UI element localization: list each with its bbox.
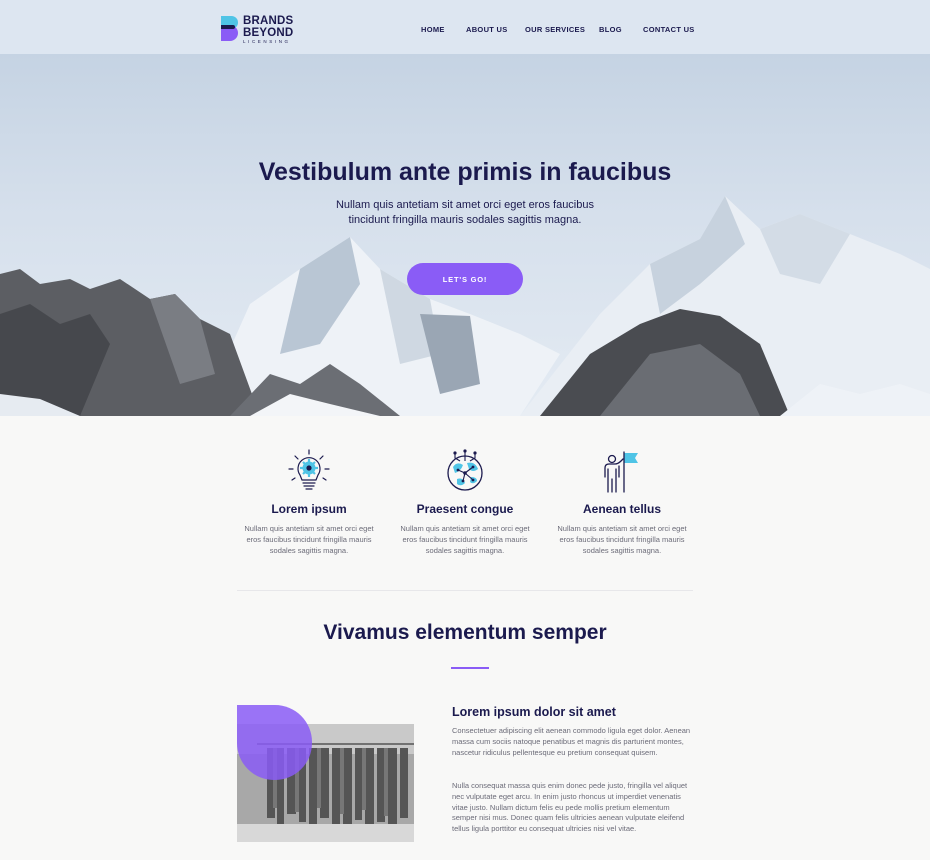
- feature-card: Lorem ipsum Nullam quis antetiam sit ame…: [237, 449, 381, 556]
- feature-text: Nullam quis antetiam sit amet orci eget …: [244, 524, 374, 555]
- nav-blog[interactable]: BLOG: [599, 25, 622, 34]
- feature-title: Aenean tellus: [582, 502, 662, 516]
- main-nav: HOME ABOUT US OUR SERVICES BLOG CONTACT …: [0, 25, 930, 37]
- globe-network-icon: [447, 449, 483, 491]
- site-header: BRANDS BEYOND LICENSING HOME ABOUT US OU…: [0, 0, 930, 54]
- feature-text: Nullam quis antetiam sit amet orci eget …: [557, 524, 687, 555]
- logo-line-3: LICENSING: [243, 39, 291, 44]
- hero-subtitle: Nullam quis antetiam sit amet orci eget …: [335, 199, 594, 226]
- feature-card: Praesent congue Nullam quis antetiam sit…: [393, 449, 537, 556]
- article-paragraph-1: Consectetuer adipiscing elit aenean comm…: [452, 726, 691, 757]
- feature-title: Praesent congue: [416, 502, 514, 516]
- nav-about-us[interactable]: ABOUT US: [466, 25, 508, 34]
- nav-home[interactable]: HOME: [421, 25, 445, 34]
- article-paragraph-2: Nulla consequat massa quis enim donec pe…: [452, 781, 688, 834]
- section-title: Vivamus elementum semper: [323, 621, 607, 644]
- mountain-backdrop-image: [0, 196, 930, 416]
- feature-card: Aenean tellus Nullam quis antetiam sit a…: [550, 449, 694, 556]
- lightbulb-gear-icon: [288, 449, 330, 490]
- clothing-rack-photo: [237, 705, 414, 842]
- nav-our-services[interactable]: OUR SERVICES: [525, 25, 585, 34]
- person-flag-icon: [604, 451, 638, 493]
- section-divider: [237, 590, 693, 591]
- hero-title: Vestibulum ante primis in faucibus: [258, 158, 672, 186]
- title-underline: [451, 667, 489, 669]
- lets-go-button[interactable]: LET'S GO!: [407, 263, 523, 295]
- feature-title: Lorem ipsum: [271, 502, 347, 516]
- feature-text: Nullam quis antetiam sit amet orci eget …: [400, 524, 530, 555]
- purple-accent-shape: [237, 705, 312, 780]
- nav-contact-us[interactable]: CONTACT US: [643, 25, 695, 34]
- hero-section: Vestibulum ante primis in faucibus Nulla…: [0, 54, 930, 416]
- article-title: Lorem ipsum dolor sit amet: [452, 705, 616, 719]
